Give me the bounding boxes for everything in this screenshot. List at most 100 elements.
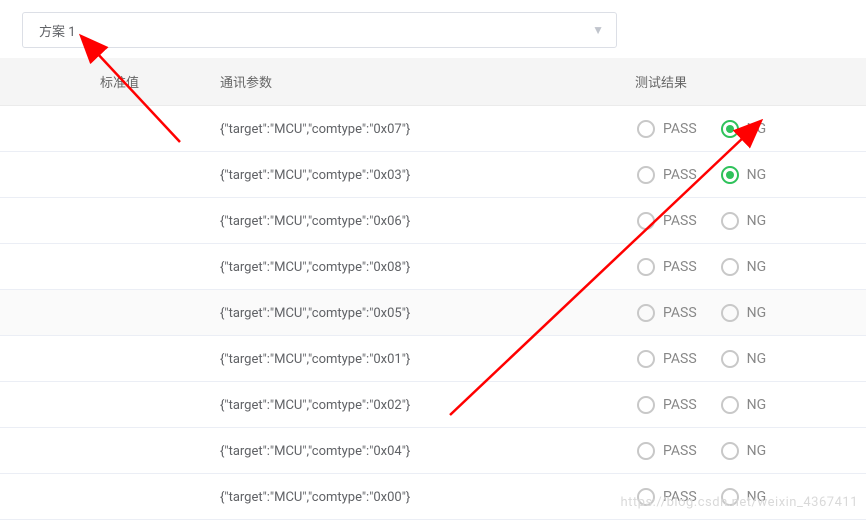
ng-radio[interactable]: NG (721, 396, 767, 414)
pass-radio[interactable]: PASS (637, 396, 697, 414)
chevron-down-icon: ▼ (592, 23, 604, 37)
cell-comm-params: {"target":"MCU","comtype":"0x03"} (210, 152, 625, 198)
ng-radio[interactable]: NG (721, 350, 767, 368)
ng-label: NG (747, 213, 767, 229)
pass-radio[interactable]: PASS (637, 166, 697, 184)
result-radio-group: PASS NG (637, 120, 866, 138)
pass-radio[interactable]: PASS (637, 304, 697, 322)
cell-standard-value (100, 198, 210, 244)
result-radio-group: PASS NG (637, 304, 866, 322)
pass-label: PASS (663, 121, 697, 137)
cell-blank (0, 244, 100, 290)
table-header-row: 标准值 通讯参数 测试结果 (0, 58, 866, 106)
plan-select-label: 方案 1 (39, 21, 76, 40)
header-comm-params: 通讯参数 (210, 58, 625, 106)
cell-standard-value (100, 428, 210, 474)
table-row: {"target":"MCU","comtype":"0x01"}PASSNG (0, 336, 866, 382)
pass-label: PASS (663, 305, 697, 321)
ng-label: NG (747, 167, 767, 183)
cell-blank (0, 290, 100, 336)
radio-icon (721, 304, 739, 322)
cell-standard-value (100, 474, 210, 520)
table-row: {"target":"MCU","comtype":"0x05"} PASS NG (0, 290, 866, 336)
cell-blank (0, 106, 100, 152)
pass-label: PASS (663, 213, 697, 229)
table-row: {"target":"MCU","comtype":"0x07"}PASSNG (0, 106, 866, 152)
pass-label: PASS (663, 351, 697, 367)
ng-label: NG (747, 121, 767, 137)
cell-standard-value (100, 244, 210, 290)
result-radio-group: PASS NG (637, 212, 866, 230)
cell-blank (0, 382, 100, 428)
result-radio-group: PASS NG (637, 350, 866, 368)
cell-standard-value (100, 106, 210, 152)
header-test-result: 测试结果 (625, 58, 866, 106)
cell-comm-params: {"target":"MCU","comtype":"0x04"} (210, 428, 625, 474)
cell-comm-params: {"target":"MCU","comtype":"0x08"} (210, 244, 625, 290)
pass-radio[interactable]: PASS (637, 212, 697, 230)
radio-icon (721, 396, 739, 414)
ng-radio[interactable]: NG (721, 258, 767, 276)
cell-blank (0, 336, 100, 382)
cell-test-result: PASS NG (625, 244, 866, 290)
result-radio-group: PASS NG (637, 442, 866, 460)
pass-label: PASS (663, 259, 697, 275)
pass-label: PASS (663, 443, 697, 459)
radio-icon (637, 166, 655, 184)
table-row: {"target":"MCU","comtype":"0x06"} PASS NG (0, 198, 866, 244)
radio-icon (637, 212, 655, 230)
radio-icon (721, 120, 739, 138)
ng-radio[interactable]: NG (721, 212, 767, 230)
watermark-text: https://blog.csdn.net/weixin_4367411 (621, 495, 859, 510)
radio-icon (637, 350, 655, 368)
cell-test-result: PASS NG (625, 198, 866, 244)
cell-test-result: PASS NG (625, 152, 866, 198)
cell-comm-params: {"target":"MCU","comtype":"0x02"} (210, 382, 625, 428)
pass-label: PASS (663, 397, 697, 413)
select-wrapper: 方案 1 ▼ (0, 0, 866, 58)
table-row: {"target":"MCU","comtype":"0x04"} PASS NG (0, 428, 866, 474)
ng-radio[interactable]: NG (721, 120, 767, 138)
result-radio-group: PASS NG (637, 166, 866, 184)
radio-icon (637, 442, 655, 460)
radio-icon (637, 396, 655, 414)
cell-comm-params: {"target":"MCU","comtype":"0x00"} (210, 474, 625, 520)
header-standard-value: 标准值 (100, 58, 210, 106)
pass-radio[interactable]: PASS (637, 442, 697, 460)
ng-radio[interactable]: NG (721, 304, 767, 322)
radio-icon (721, 258, 739, 276)
result-radio-group: PASS NG (637, 258, 866, 276)
cell-test-result: PASS NG (625, 336, 866, 382)
table-row: {"target":"MCU","comtype":"0x03"} PASS NG (0, 152, 866, 198)
cell-test-result: PASS NG (625, 290, 866, 336)
ng-radio[interactable]: NG (721, 442, 767, 460)
radio-icon (721, 442, 739, 460)
cell-comm-params: {"target":"MCU","comtype":"0x05"} (210, 290, 625, 336)
cell-blank (0, 152, 100, 198)
radio-icon (721, 350, 739, 368)
header-blank (0, 58, 100, 106)
pass-label: PASS (663, 167, 697, 183)
ng-radio[interactable]: NG (721, 166, 767, 184)
radio-icon (721, 212, 739, 230)
cell-test-result: PASS NG (625, 428, 866, 474)
cell-standard-value (100, 152, 210, 198)
radio-icon (637, 258, 655, 276)
ng-label: NG (747, 397, 767, 413)
pass-radio[interactable]: PASS (637, 258, 697, 276)
radio-icon (721, 166, 739, 184)
radio-icon (637, 304, 655, 322)
cell-standard-value (100, 290, 210, 336)
test-table: 标准值 通讯参数 测试结果 {"target":"MCU","comtype":… (0, 58, 866, 520)
ng-label: NG (747, 443, 767, 459)
pass-radio[interactable]: PASS (637, 120, 697, 138)
plan-select[interactable]: 方案 1 ▼ (22, 12, 617, 48)
cell-comm-params: {"target":"MCU","comtype":"0x06"} (210, 198, 625, 244)
cell-test-result: PASS NG (625, 106, 866, 152)
table-row: {"target":"MCU","comtype":"0x02"} PASS NG (0, 382, 866, 428)
pass-radio[interactable]: PASS (637, 350, 697, 368)
cell-test-result: PASS NG (625, 382, 866, 428)
result-radio-group: PASS NG (637, 396, 866, 414)
radio-icon (637, 120, 655, 138)
cell-standard-value (100, 382, 210, 428)
